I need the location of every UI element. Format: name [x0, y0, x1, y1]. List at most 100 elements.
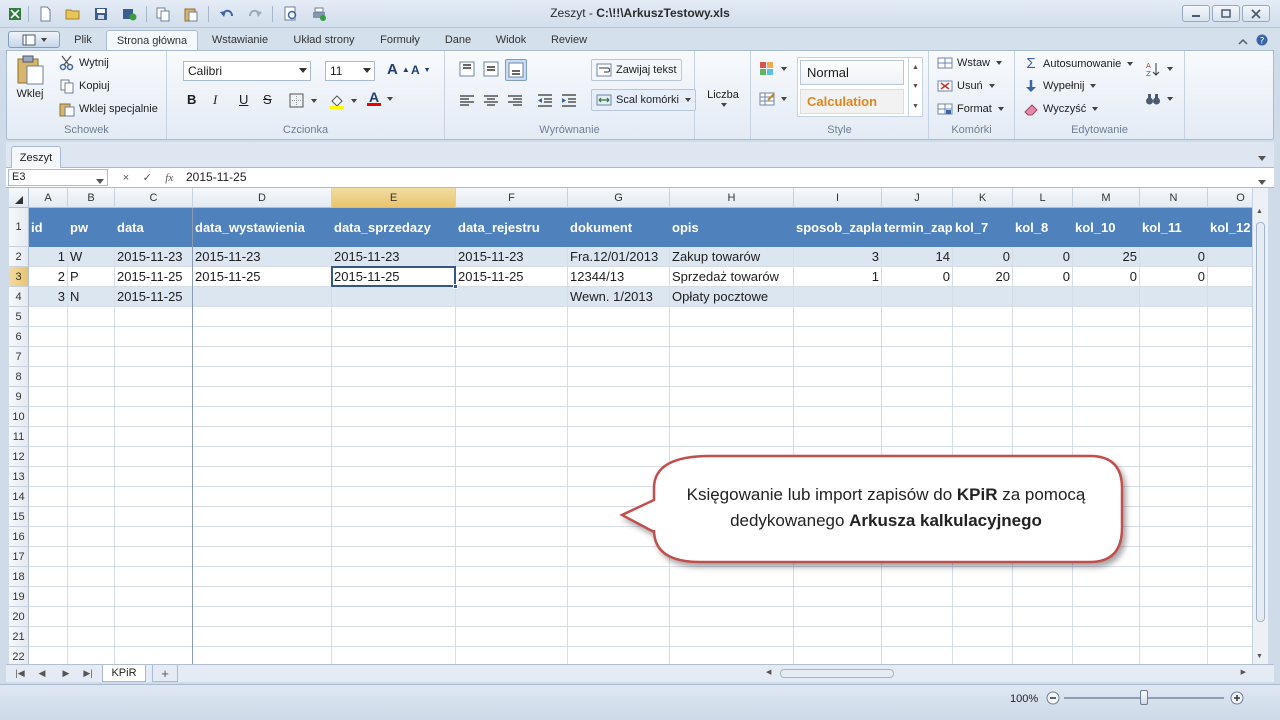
- column-header-c[interactable]: C: [115, 188, 193, 208]
- cell-l6[interactable]: [1013, 327, 1073, 347]
- cell-e13[interactable]: [332, 467, 456, 487]
- cell-h2[interactable]: Zakup towarów: [670, 247, 794, 267]
- row-header-1[interactable]: 1: [9, 208, 29, 247]
- new-file-icon[interactable]: [34, 4, 56, 24]
- cut-button[interactable]: Wytnij: [59, 55, 109, 71]
- cell-n3[interactable]: 0: [1140, 267, 1208, 287]
- cell-o19[interactable]: [1208, 587, 1252, 607]
- cell-n5[interactable]: [1140, 307, 1208, 327]
- cell-k19[interactable]: [953, 587, 1013, 607]
- cell-d17[interactable]: [193, 547, 332, 567]
- cell-o18[interactable]: [1208, 567, 1252, 587]
- gallery-scroll[interactable]: ▲ ▼ ▼: [908, 58, 922, 116]
- borders-button[interactable]: [289, 93, 317, 109]
- cell-o20[interactable]: [1208, 607, 1252, 627]
- cell-h20[interactable]: [670, 607, 794, 627]
- cell-m4[interactable]: [1073, 287, 1140, 307]
- column-header-i[interactable]: I: [794, 188, 882, 208]
- cell-f7[interactable]: [456, 347, 568, 367]
- fill-handle[interactable]: [453, 284, 458, 289]
- cell-o1[interactable]: kol_12: [1208, 208, 1252, 247]
- cell-n9[interactable]: [1140, 387, 1208, 407]
- cell-e15[interactable]: [332, 507, 456, 527]
- cell-d7[interactable]: [193, 347, 332, 367]
- column-header-h[interactable]: H: [670, 188, 794, 208]
- cell-e21[interactable]: [332, 627, 456, 647]
- cell-n16[interactable]: [1140, 527, 1208, 547]
- formula-input[interactable]: 2015-11-25: [186, 169, 247, 186]
- cell-j17[interactable]: [882, 547, 953, 567]
- cell-a2[interactable]: 1: [29, 247, 68, 267]
- align-middle-button[interactable]: [483, 61, 499, 77]
- cell-l4[interactable]: [1013, 287, 1073, 307]
- cell-d20[interactable]: [193, 607, 332, 627]
- cell-h4[interactable]: Opłaty pocztowe: [670, 287, 794, 307]
- cell-g18[interactable]: [568, 567, 670, 587]
- cell-e14[interactable]: [332, 487, 456, 507]
- cell-n12[interactable]: [1140, 447, 1208, 467]
- cell-m18[interactable]: [1073, 567, 1140, 587]
- cell-f9[interactable]: [456, 387, 568, 407]
- cell-c15[interactable]: [115, 507, 193, 527]
- cell-d22[interactable]: [193, 647, 332, 664]
- cell-b21[interactable]: [68, 627, 115, 647]
- cell-f17[interactable]: [456, 547, 568, 567]
- tab-review[interactable]: Review: [544, 30, 594, 50]
- row-header-7[interactable]: 7: [9, 347, 29, 367]
- cell-m19[interactable]: [1073, 587, 1140, 607]
- function-icon[interactable]: fx: [165, 172, 173, 184]
- cell-a8[interactable]: [29, 367, 68, 387]
- cell-d14[interactable]: [193, 487, 332, 507]
- cell-e3[interactable]: 2015-11-25: [332, 267, 456, 287]
- cell-h6[interactable]: [670, 327, 794, 347]
- cell-c8[interactable]: [115, 367, 193, 387]
- sort-filter-button[interactable]: AZ: [1145, 61, 1173, 77]
- cell-g2[interactable]: Fra.12/01/2013: [568, 247, 670, 267]
- copy-button[interactable]: Kopiuj: [59, 78, 110, 94]
- column-header-d[interactable]: D: [193, 188, 332, 208]
- row-header-4[interactable]: 4: [9, 287, 29, 307]
- document-tab[interactable]: Zeszyt: [11, 146, 61, 168]
- column-header-a[interactable]: A: [29, 188, 68, 208]
- cell-g7[interactable]: [568, 347, 670, 367]
- cell-b22[interactable]: [68, 647, 115, 664]
- cell-g8[interactable]: [568, 367, 670, 387]
- cell-j20[interactable]: [882, 607, 953, 627]
- cell-d12[interactable]: [193, 447, 332, 467]
- cell-g1[interactable]: dokument: [568, 208, 670, 247]
- font-size-combo[interactable]: 11: [325, 61, 375, 81]
- save-all-icon[interactable]: [118, 4, 140, 24]
- cell-f4[interactable]: [456, 287, 568, 307]
- cell-o5[interactable]: [1208, 307, 1252, 327]
- align-right-button[interactable]: [507, 93, 523, 109]
- cell-e22[interactable]: [332, 647, 456, 664]
- cell-e9[interactable]: [332, 387, 456, 407]
- cell-e8[interactable]: [332, 367, 456, 387]
- cell-n1[interactable]: kol_11: [1140, 208, 1208, 247]
- tab-formuly[interactable]: Formuły: [372, 30, 428, 50]
- cell-k21[interactable]: [953, 627, 1013, 647]
- cell-b14[interactable]: [68, 487, 115, 507]
- cell-l18[interactable]: [1013, 567, 1073, 587]
- cell-j3[interactable]: 0: [882, 267, 953, 287]
- row-header-5[interactable]: 5: [9, 307, 29, 327]
- cell-d13[interactable]: [193, 467, 332, 487]
- cell-i4[interactable]: [794, 287, 882, 307]
- cell-a12[interactable]: [29, 447, 68, 467]
- scroll-up-icon[interactable]: ▲: [1256, 208, 1263, 215]
- scroll-down-icon[interactable]: ▼: [1256, 653, 1263, 660]
- cell-i18[interactable]: [794, 567, 882, 587]
- cell-o7[interactable]: [1208, 347, 1252, 367]
- row-header-17[interactable]: 17: [9, 547, 29, 567]
- cell-j6[interactable]: [882, 327, 953, 347]
- cell-a17[interactable]: [29, 547, 68, 567]
- cell-n2[interactable]: 0: [1140, 247, 1208, 267]
- cell-l19[interactable]: [1013, 587, 1073, 607]
- cell-k9[interactable]: [953, 387, 1013, 407]
- horizontal-scroll-thumb[interactable]: [780, 669, 894, 678]
- cell-c3[interactable]: 2015-11-25: [115, 267, 193, 287]
- cell-e5[interactable]: [332, 307, 456, 327]
- cell-l20[interactable]: [1013, 607, 1073, 627]
- cell-j22[interactable]: [882, 647, 953, 664]
- cell-g14[interactable]: [568, 487, 670, 507]
